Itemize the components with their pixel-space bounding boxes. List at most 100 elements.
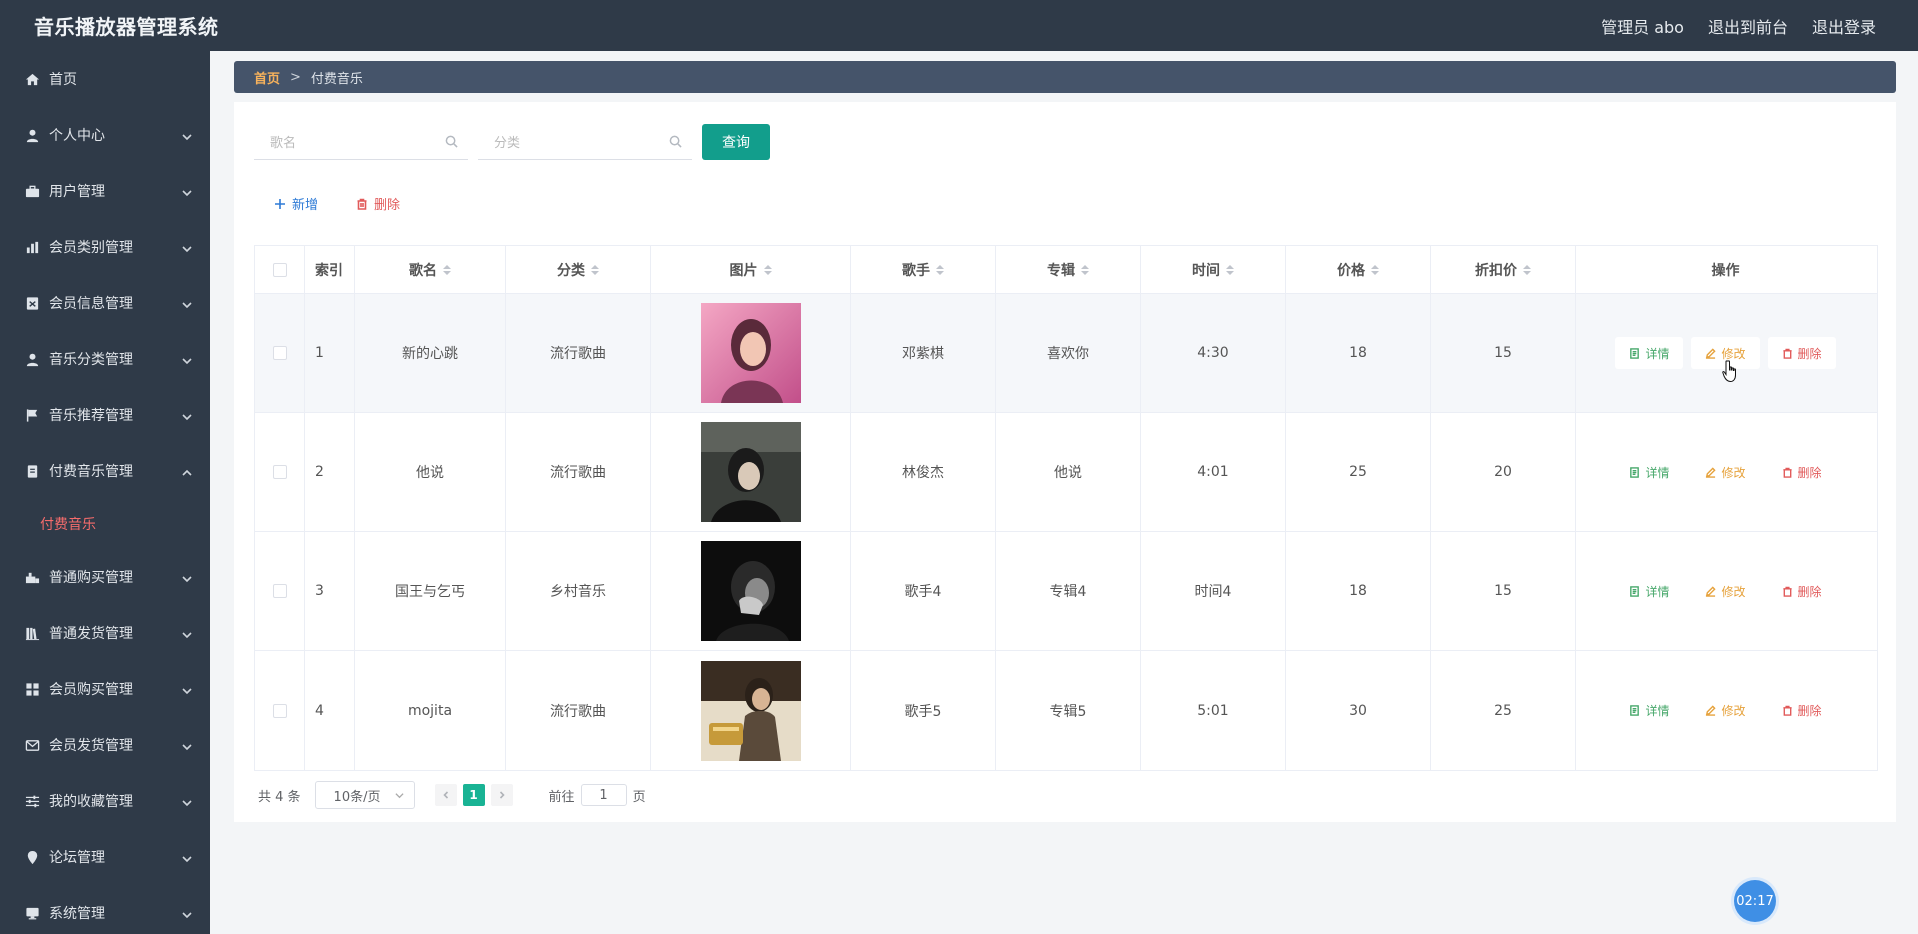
sidebar-item-home[interactable]: 首页 (0, 51, 210, 107)
chevron-down-icon (182, 684, 192, 695)
chevron-down-icon (182, 852, 192, 863)
sidebar-item-forum[interactable]: 论坛管理 (0, 829, 210, 885)
sort-icon[interactable] (1523, 264, 1531, 275)
sort-icon[interactable] (1371, 264, 1379, 275)
exit-to-front-link[interactable]: 退出到前台 (1708, 14, 1788, 38)
edit-label: 修改 (1721, 346, 1746, 361)
row-checkbox[interactable] (272, 584, 287, 598)
header-time[interactable]: 时间 (1141, 246, 1286, 293)
sidebar-item-normal-shipping[interactable]: 普通发货管理 (0, 605, 210, 661)
add-label: 新增 (292, 198, 319, 213)
row-checkbox[interactable] (272, 346, 287, 360)
header-discount[interactable]: 折扣价 (1431, 246, 1576, 293)
header-album[interactable]: 专辑 (996, 246, 1141, 293)
header-price[interactable]: 价格 (1286, 246, 1431, 293)
sidebar-subitem-paid-music[interactable]: 付费音乐 (0, 499, 210, 549)
home-icon (24, 71, 40, 87)
cell-price: 18 (1286, 532, 1431, 650)
batch-delete-button[interactable]: 删除 (356, 194, 400, 213)
sidebar-item-personal-center[interactable]: 个人中心 (0, 107, 210, 163)
sidebar-item-member-shipping[interactable]: 会员发货管理 (0, 717, 210, 773)
floating-timer-button[interactable]: 02:17 (1734, 880, 1776, 922)
cell-price: 18 (1286, 294, 1431, 412)
page-number-button[interactable]: 1 (462, 784, 485, 806)
sidebar-item-paid-music[interactable]: 付费音乐管理 (0, 443, 210, 499)
edit-label: 修改 (1721, 704, 1746, 718)
admin-label[interactable]: 管理员 abo (1601, 14, 1684, 38)
cell-category: 流行歌曲 (506, 413, 651, 531)
row-checkbox[interactable] (272, 703, 287, 718)
cell-album: 他说 (996, 413, 1141, 531)
sidebar-item-member-info[interactable]: 会员信息管理 (0, 275, 210, 331)
view-detail-button[interactable]: 详情 (1615, 456, 1684, 488)
cell-ops: 详情 修改 删除 (1576, 532, 1875, 650)
cell-category: 流行歌曲 (506, 294, 651, 412)
category-search-input[interactable]: 分类 (478, 124, 692, 160)
header-category[interactable]: 分类 (506, 246, 651, 293)
goto-page-input[interactable]: 1 (580, 784, 627, 806)
sort-icon[interactable] (763, 264, 772, 275)
view-detail-button[interactable]: 详情 (1615, 337, 1684, 369)
total-count: 共 4 条 (258, 789, 301, 805)
header-singer[interactable]: 歌手 (851, 246, 996, 293)
edit-button[interactable]: 修改 (1691, 456, 1760, 488)
breadcrumb-current: 付费音乐 (310, 71, 363, 87)
table-header: 索引 歌名 分类 图片 歌手 专辑 时间 价格 折扣价 操作 (255, 246, 1877, 294)
edit-button[interactable]: 修改 (1691, 694, 1760, 727)
sidebar-item-member-category[interactable]: 会员类别管理 (0, 219, 210, 275)
edit-button[interactable]: 修改 (1691, 575, 1760, 607)
grid-icon (24, 681, 40, 697)
sidebar-item-system[interactable]: 系统管理 (0, 885, 210, 934)
sort-icon[interactable] (936, 264, 944, 275)
cell-album: 专辑5 (996, 651, 1141, 770)
chevron-down-icon (182, 130, 192, 141)
header-name[interactable]: 歌名 (355, 246, 506, 293)
sidebar-item-music-recommend[interactable]: 音乐推荐管理 (0, 387, 210, 443)
song-name-search-input[interactable]: 歌名 (254, 124, 468, 160)
trash-icon (357, 198, 367, 210)
sidebar-item-label: 付费音乐管理 (49, 464, 133, 480)
header-album-label: 专辑 (1047, 262, 1075, 279)
sidebar-item-label: 普通购买管理 (49, 570, 133, 586)
sort-icon[interactable] (443, 264, 451, 275)
prev-page-button[interactable] (434, 784, 457, 806)
page-size-select[interactable]: 10条/页 (314, 781, 415, 809)
sidebar-item-label: 我的收藏管理 (49, 794, 133, 810)
cell-name: 国王与乞丐 (355, 532, 506, 650)
header-picture[interactable]: 图片 (651, 246, 851, 293)
cell-ops: 详情 修改 删除 (1576, 413, 1875, 531)
view-label: 详情 (1645, 704, 1670, 718)
search-icon (669, 135, 682, 148)
chevron-right-icon (499, 791, 505, 799)
sidebar-item-my-favorites[interactable]: 我的收藏管理 (0, 773, 210, 829)
sidebar-item-member-purchase[interactable]: 会员购买管理 (0, 661, 210, 717)
logout-link[interactable]: 退出登录 (1812, 14, 1876, 38)
delete-button[interactable]: 删除 (1767, 337, 1836, 369)
cell-name: mojita (355, 651, 506, 770)
delete-button[interactable]: 删除 (1767, 456, 1836, 488)
add-button[interactable]: 新增 (274, 194, 318, 213)
row-checkbox[interactable] (272, 465, 287, 479)
chevron-down-icon (182, 628, 192, 639)
cell-index: 3 (305, 532, 355, 650)
next-page-button[interactable] (490, 784, 513, 806)
chevron-down-icon (182, 740, 192, 751)
sidebar-item-user-management[interactable]: 用户管理 (0, 163, 210, 219)
sort-icon[interactable] (1081, 264, 1089, 275)
select-all-checkbox[interactable] (272, 262, 287, 277)
view-detail-button[interactable]: 详情 (1615, 694, 1684, 727)
song-name-placeholder: 歌名 (270, 136, 297, 151)
header-singer-label: 歌手 (902, 262, 930, 279)
header-checkbox-cell (255, 246, 305, 293)
sidebar-item-normal-purchase[interactable]: 普通购买管理 (0, 549, 210, 605)
chevron-down-icon (182, 354, 192, 365)
edit-label: 修改 (1721, 465, 1746, 480)
delete-button[interactable]: 删除 (1767, 575, 1836, 607)
delete-button[interactable]: 删除 (1767, 694, 1836, 727)
sort-icon[interactable] (591, 264, 599, 275)
breadcrumb-home[interactable]: 首页 (254, 68, 280, 87)
sort-icon[interactable] (1226, 264, 1234, 275)
query-button[interactable]: 查询 (702, 124, 770, 160)
sidebar-item-music-category[interactable]: 音乐分类管理 (0, 331, 210, 387)
view-detail-button[interactable]: 详情 (1615, 575, 1684, 607)
